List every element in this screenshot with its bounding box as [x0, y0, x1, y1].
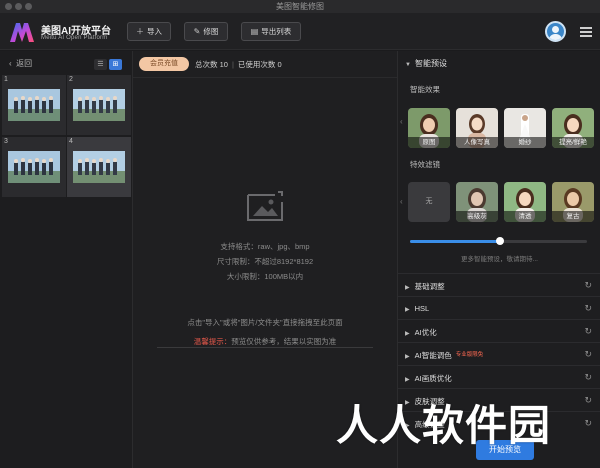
thumbnail-number: 2: [69, 76, 73, 83]
effect-portrait[interactable]: 人像写真: [456, 108, 498, 148]
brush-icon: ✎: [193, 27, 201, 36]
more-presets-tip: 更多智能预设，敬请期待...: [461, 256, 538, 263]
section-ai-optimize[interactable]: ▶ AI优化 ↻: [398, 319, 600, 342]
thumbnail-4[interactable]: 4: [67, 137, 131, 197]
section-basic[interactable]: ▶ 基础调整 ↻: [398, 273, 600, 296]
title-bar: 美图智能修图: [0, 0, 600, 13]
import-button[interactable]: ＋ 导入: [127, 22, 171, 41]
section-ai-color[interactable]: ▶ AI智能调色 专业版限免 ↻: [398, 342, 600, 365]
menu-icon[interactable]: [580, 27, 592, 37]
usage-counts: 总次数 10 | 已使用次数 0: [195, 60, 282, 69]
divider: [157, 347, 373, 348]
grid-view-icon[interactable]: ⊞: [109, 59, 122, 70]
caret-right-icon: ▶: [405, 377, 410, 383]
thumbnail-number: 1: [4, 76, 8, 83]
tip-text: 预览仅供参考，结果以实图为准: [231, 337, 337, 346]
reset-icon[interactable]: ↻: [584, 326, 592, 337]
window-title: 美图智能修图: [276, 2, 324, 11]
meitu-logo-icon: [10, 23, 34, 42]
thumbnail-number: 4: [69, 138, 73, 145]
filter-label: 清透: [504, 211, 546, 222]
back-button[interactable]: ‹ 返回: [9, 58, 32, 69]
export-icon: ▤: [250, 27, 259, 36]
caret-right-icon: ▶: [405, 354, 410, 360]
section-label: 基础调整: [414, 282, 445, 291]
back-label: 返回: [16, 59, 33, 68]
total-count: 总次数 10: [195, 60, 228, 69]
effect-label: 婚纱: [504, 137, 546, 148]
brand-subtitle: Meitu AI Open Platform: [41, 35, 108, 41]
user-avatar[interactable]: [545, 21, 566, 42]
filters-label: 特效滤镜: [410, 160, 440, 169]
filter-gray[interactable]: 高级灰: [456, 182, 498, 222]
effect-label: 提亮/鲜艳: [552, 137, 594, 148]
photo-image: [8, 151, 60, 183]
section-ai-quality[interactable]: ▶ AI画质优化 ↻: [398, 365, 600, 388]
used-count: 已使用次数 0: [237, 60, 282, 69]
photo-image: [73, 151, 125, 183]
image-list-panel: ‹ 返回 ☰ ⊞ 1 2 3 4: [0, 51, 133, 468]
retouch-button[interactable]: ✎ 修图: [184, 22, 228, 41]
supported-formats: 支持格式：raw、jpg、bmp: [220, 242, 310, 251]
effect-brighten[interactable]: 提亮/鲜艳: [552, 108, 594, 148]
preview-tip: 温馨提示：预览仅供参考，结果以实图为准: [133, 336, 397, 347]
filter-retro[interactable]: 复古: [552, 182, 594, 222]
section-label: AI画质优化: [414, 374, 452, 383]
smart-preset-title: 智能预设: [414, 59, 447, 68]
export-list-label: 导出列表: [261, 27, 292, 36]
thumbnail-2[interactable]: 2: [67, 75, 131, 135]
filter-label: 复古: [552, 211, 594, 222]
image-placeholder-icon: [247, 191, 283, 221]
caret-right-icon: ▶: [405, 285, 410, 291]
reset-icon[interactable]: ↻: [584, 395, 592, 406]
view-toggle: ☰ ⊞: [94, 59, 122, 70]
chevron-left-icon[interactable]: ‹: [400, 197, 403, 206]
import-label: 导入: [147, 27, 162, 36]
file-size-limit: 大小限制：100MB以内: [226, 272, 304, 281]
effect-label: 人像写真: [456, 137, 498, 148]
reset-icon[interactable]: ↻: [584, 418, 592, 429]
thumbnail-number: 3: [4, 138, 8, 145]
section-hsl[interactable]: ▶ HSL ↻: [398, 296, 600, 319]
tip-label: 温馨提示：: [193, 337, 232, 346]
caret-right-icon: ▶: [405, 331, 410, 337]
section-label: HSL: [414, 304, 430, 313]
member-recharge-button[interactable]: 会员充值: [139, 57, 189, 71]
effect-label: 原图: [408, 137, 450, 148]
chevron-left-icon[interactable]: ‹: [400, 117, 403, 126]
thumbnail-1[interactable]: 1: [2, 75, 66, 135]
effects-label: 智能效果: [410, 85, 440, 94]
caret-right-icon: ▶: [405, 307, 410, 313]
photo-image: [73, 89, 125, 121]
effect-wedding[interactable]: 婚纱: [504, 108, 546, 148]
smart-preset-header[interactable]: ▼ 智能预设: [405, 58, 447, 69]
filter-label: 无: [425, 198, 433, 205]
plus-icon: ＋: [136, 27, 144, 36]
drop-hint: 点击"导入"或将"图片/文件夹"直接拖拽至此页面: [187, 318, 343, 327]
list-view-icon[interactable]: ☰: [94, 59, 107, 70]
reset-icon[interactable]: ↻: [584, 280, 592, 291]
reset-icon[interactable]: ↻: [584, 349, 592, 360]
section-label: AI优化: [414, 328, 437, 337]
slider-handle[interactable]: [496, 237, 505, 245]
watermark-text: 人人软件园: [336, 401, 552, 450]
filter-none[interactable]: 无: [408, 182, 450, 222]
photo-image: [8, 89, 60, 121]
reset-icon[interactable]: ↻: [584, 372, 592, 383]
section-label: AI智能调色: [414, 351, 452, 360]
slider-fill: [410, 240, 501, 243]
pro-badge: 专业版限免: [455, 352, 484, 358]
export-list-button[interactable]: ▤ 导出列表: [241, 22, 301, 41]
filter-label: 高级灰: [456, 211, 498, 222]
app-header: 美图AI开放平台 Meitu AI Open Platform ＋ 导入 ✎ 修…: [0, 13, 600, 50]
reset-icon[interactable]: ↻: [584, 303, 592, 314]
retouch-label: 修图: [203, 27, 219, 36]
filter-clear[interactable]: 清透: [504, 182, 546, 222]
divider: [133, 77, 397, 78]
size-limit: 尺寸限制：不超过8192*8192: [216, 257, 314, 266]
intensity-slider[interactable]: [410, 237, 587, 245]
thumbnail-3[interactable]: 3: [2, 137, 66, 197]
effect-original[interactable]: 原图: [408, 108, 450, 148]
